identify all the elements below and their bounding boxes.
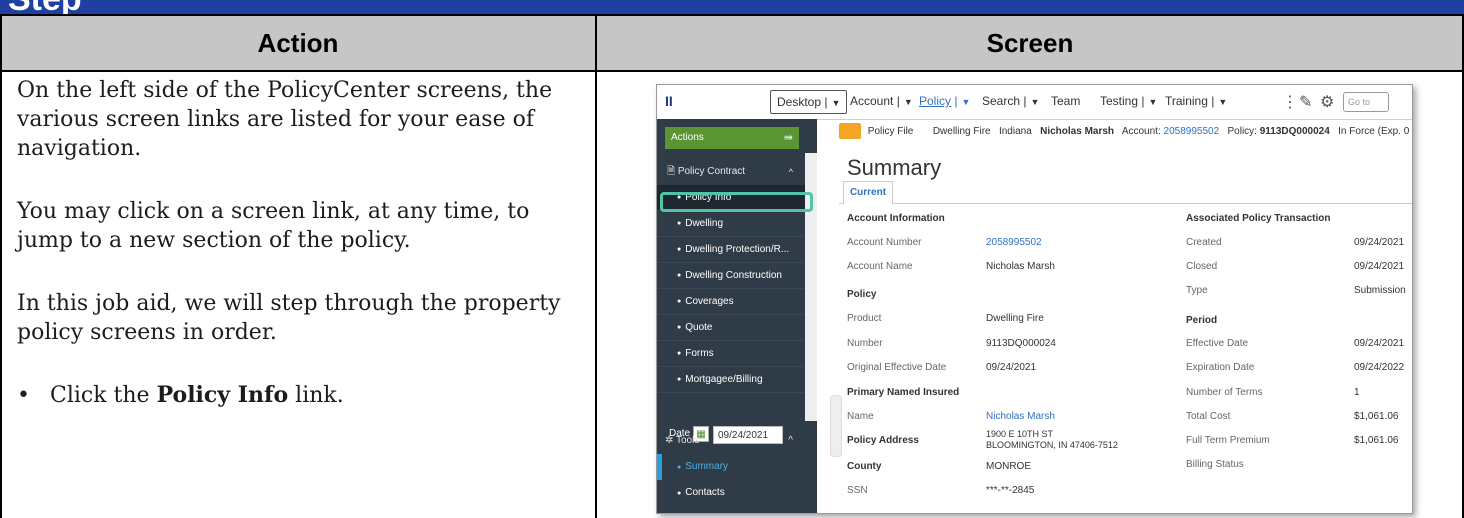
sidebar-item-dwelling[interactable]: ● Dwelling: [657, 211, 805, 237]
contract-icon: 🗎: [667, 166, 676, 177]
sidebar-item-contacts[interactable]: ● Contacts: [657, 480, 805, 506]
table-header: Action Screen: [0, 14, 1464, 72]
actions-button[interactable]: Actions ⇛: [665, 127, 799, 149]
folder-icon: [839, 123, 861, 140]
line-of-business: Dwelling Fire: [932, 126, 991, 137]
bullet-dot: •: [17, 383, 30, 408]
section-account-info: Account Information: [847, 213, 945, 224]
policy-status: In Force (Exp. 0: [1338, 126, 1410, 137]
more-options-icon[interactable]: ⋮: [1282, 92, 1298, 112]
column-divider: [595, 14, 597, 518]
instruction-paragraph-3: In this job aid, we will step through th…: [17, 291, 561, 345]
top-navigation-bar: II Desktop | ▼ Account | ▼ Policy | ▼ Searc…: [657, 85, 1412, 120]
sidebar-item-dwelling-construction[interactable]: ● Dwelling Construction: [657, 263, 805, 289]
sidebar-item-coverages[interactable]: ● Coverages: [657, 289, 805, 315]
chevron-up-icon: ^: [788, 167, 793, 177]
sidebar: Actions ⇛ 🗎 Policy Contract ^ ● Policy Info…: [657, 119, 817, 513]
bullet-text-pre: Click the: [49, 383, 157, 408]
policy-info-bar: Policy File Dwelling Fire Indiana Nichol…: [839, 119, 1412, 145]
header-action: Action: [257, 27, 339, 58]
settings-gear-icon[interactable]: ⚙: [1320, 92, 1334, 112]
sidebar-section-policy-contract[interactable]: 🗎 Policy Contract ^: [657, 159, 805, 185]
goto-input[interactable]: Go to: [1343, 92, 1389, 112]
policy-info-highlight: [660, 192, 813, 212]
sidebar-item-forms[interactable]: ● Forms: [657, 341, 805, 367]
section-primary-named-insured: Primary Named Insured: [847, 387, 960, 398]
header-screen: Screen: [986, 27, 1074, 58]
tab-current[interactable]: Current: [843, 181, 893, 205]
left-border: [0, 14, 2, 518]
training-menu[interactable]: Training | ▼: [1165, 94, 1227, 108]
account-menu[interactable]: Account | ▼: [850, 94, 913, 108]
tools-icon: ✲: [665, 435, 674, 446]
testing-menu[interactable]: Testing | ▼: [1100, 94, 1157, 108]
instruction-bullet: • Click the Policy Info link.: [17, 381, 587, 410]
section-policy: Policy: [847, 289, 877, 300]
actions-arrow-icon: ⇛: [783, 132, 793, 144]
desktop-menu[interactable]: Desktop | ▼: [770, 90, 848, 114]
section-period: Period: [1186, 315, 1218, 326]
bullet-text-post: link.: [288, 383, 344, 408]
action-instructions: On the left side of the PolicyCenter scr…: [17, 76, 587, 410]
app-logo-icon[interactable]: II: [665, 93, 679, 109]
insured-name: Nicholas Marsh: [1040, 126, 1115, 137]
account-link[interactable]: 2058995502: [1164, 126, 1220, 137]
sidebar-item-mortgagee-billing[interactable]: ● Mortgagee/Billing: [657, 367, 805, 393]
edit-note-icon[interactable]: ✎: [1299, 92, 1312, 112]
state: Indiana: [998, 126, 1032, 137]
sidebar-item-dwelling-protection[interactable]: ● Dwelling Protection/R...: [657, 237, 805, 263]
step-banner: Step: [0, 0, 1464, 14]
policy-menu[interactable]: Policy | ▼: [919, 94, 970, 108]
section-associated-transaction: Associated Policy Transaction: [1186, 213, 1331, 224]
insured-name-link[interactable]: Nicholas Marsh: [986, 411, 1055, 422]
main-content: Policy File Dwelling Fire Indiana Nichol…: [839, 119, 1412, 513]
chevron-up-icon: ^: [788, 435, 793, 446]
account-number-link[interactable]: 2058995502: [986, 237, 1042, 248]
sidebar-item-summary[interactable]: ● Summary: [657, 454, 805, 480]
sidebar-item-quote[interactable]: ● Quote: [657, 315, 805, 341]
page-title: Summary: [847, 155, 942, 180]
policycenter-screenshot: II Desktop | ▼ Account | ▼ Policy | ▼ Searc…: [656, 84, 1413, 514]
banner-title: Step: [8, 0, 82, 14]
instruction-paragraph-1: On the left side of the PolicyCenter scr…: [17, 78, 553, 161]
search-menu[interactable]: Search | ▼: [982, 94, 1039, 108]
team-menu[interactable]: Team: [1051, 94, 1080, 108]
sidebar-section-tools[interactable]: ✲ Tools ^: [657, 428, 805, 454]
instruction-paragraph-2: You may click on a screen link, at any t…: [17, 199, 530, 253]
policy-file-label: Policy File: [867, 126, 914, 137]
bullet-text-bold: Policy Info: [156, 382, 289, 408]
policy-number: 9113DQ000024: [1259, 126, 1330, 137]
